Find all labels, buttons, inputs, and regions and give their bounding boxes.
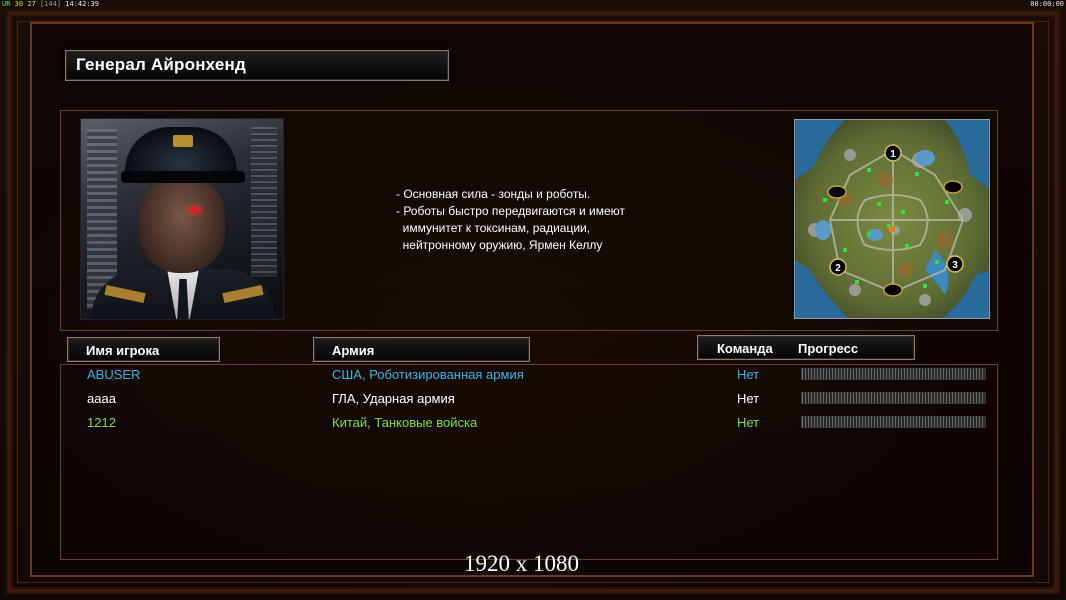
player-row: ABUSER США, Роботизированная армия Нет	[61, 365, 999, 387]
column-header-progress: Прогресс	[798, 341, 859, 356]
description-line: - Роботы быстро передвигаются и имеют	[396, 204, 625, 218]
debug-clock: 14:42:39	[65, 0, 99, 8]
map-preview: 1 2 3	[794, 119, 990, 319]
robotic-eye	[189, 207, 201, 213]
column-header-team: Команда	[717, 341, 773, 356]
general-title: Генерал Айронхенд	[76, 55, 247, 74]
debug-frames: [144]	[39, 0, 62, 8]
player-team: Нет	[737, 391, 760, 406]
cap-badge	[173, 135, 193, 147]
player-progress-bar	[801, 392, 986, 404]
player-army: Китай, Танковые войска	[332, 415, 478, 430]
debug-logic: 27	[27, 0, 36, 8]
player-name: ABUSER	[87, 367, 141, 382]
player-army: ГЛА, Ударная армия	[332, 391, 455, 406]
player-team: Нет	[737, 415, 760, 430]
start-position-label: 2	[835, 263, 841, 274]
start-position-label: 1	[890, 149, 896, 160]
description-line: иммунитет к токсинам, радиации,	[396, 221, 591, 235]
loading-screen: UR 30 27 [144] 14:42:39 00:00:00 Генерал…	[0, 0, 1066, 600]
debug-fps: 30	[14, 0, 24, 8]
general-title-plate: Генерал Айронхенд	[65, 50, 449, 81]
player-name: аааа	[87, 391, 116, 406]
player-name: 1212	[87, 415, 116, 430]
debug-stats: UR 30 27 [144] 14:42:39	[2, 0, 99, 9]
column-header-player-name: Имя игрока	[67, 337, 220, 362]
column-header-label: Имя игрока	[86, 343, 160, 358]
player-progress-bar	[801, 416, 986, 428]
debug-bar: UR 30 27 [144] 14:42:39 00:00:00	[0, 0, 1066, 9]
general-portrait	[80, 118, 284, 320]
description-line: - Основная сила - зонды и роботы.	[396, 187, 591, 201]
player-army: США, Роботизированная армия	[332, 367, 524, 382]
debug-timer: 00:00:00	[1030, 0, 1064, 8]
start-position-label: 3	[952, 260, 958, 271]
debug-ur: UR	[2, 0, 11, 8]
player-row: аааа ГЛА, Ударная армия Нет	[61, 389, 999, 411]
column-header-army: Армия	[313, 337, 530, 362]
map-preview-svg: 1 2 3	[795, 120, 989, 318]
resolution-label: 1920 x 1080	[464, 551, 579, 576]
general-description: - Основная сила - зонды и роботы. - Робо…	[396, 186, 716, 254]
description-line: нейтронному оружию, Ярмен Келлу	[396, 238, 603, 252]
player-team: Нет	[737, 367, 760, 382]
column-header-team-progress: Команда Прогресс	[697, 335, 915, 360]
column-header-label: Армия	[332, 343, 375, 358]
player-list: ABUSER США, Роботизированная армия Нет а…	[60, 364, 998, 560]
player-progress-bar	[801, 368, 986, 380]
player-row: 1212 Китай, Танковые войска Нет	[61, 413, 999, 435]
